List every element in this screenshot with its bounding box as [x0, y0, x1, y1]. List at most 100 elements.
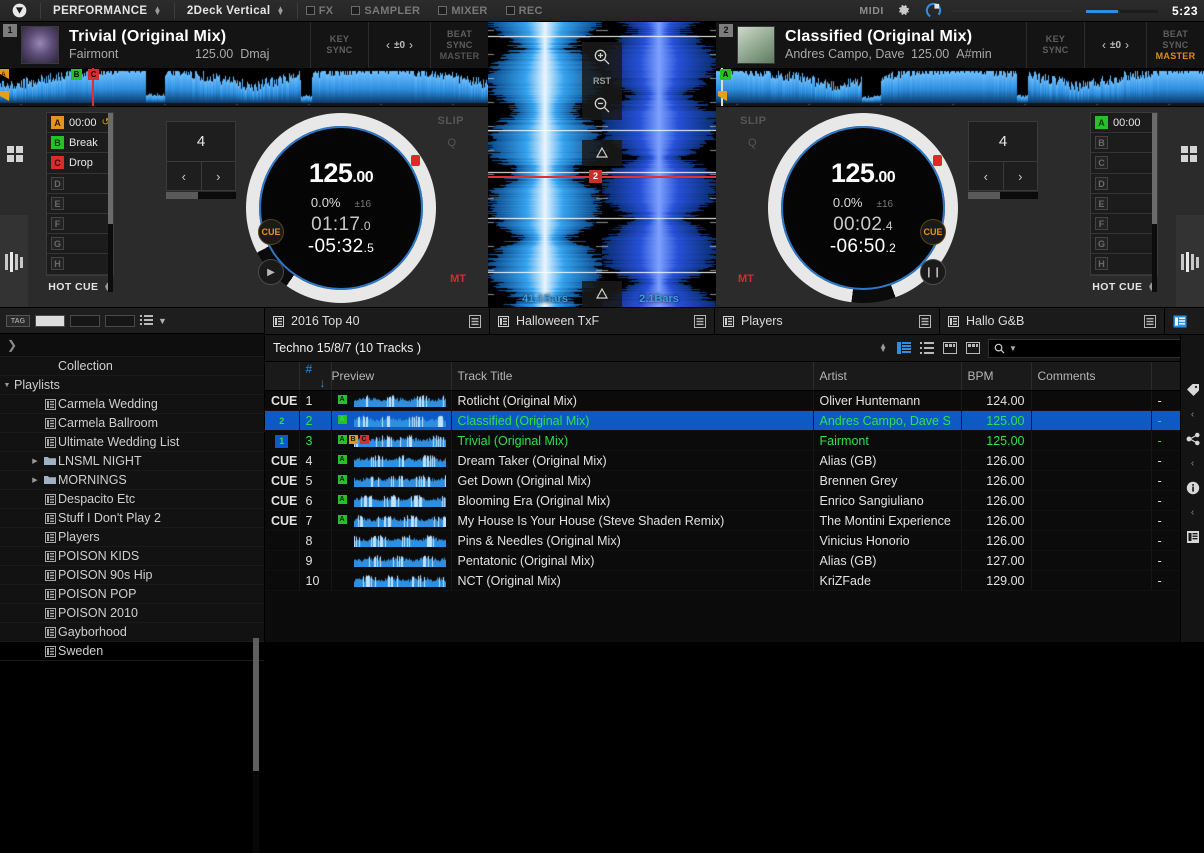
- tab-menu-icon[interactable]: [1144, 315, 1156, 328]
- sidebar-item-stuff-i-don-t-play-2[interactable]: Stuff I Don't Play 2: [0, 509, 264, 528]
- list-icon[interactable]: [140, 315, 153, 326]
- preview-waveform[interactable]: A: [332, 391, 451, 410]
- deck-1-beat-sync-button[interactable]: BEAT SYNC MASTER: [430, 22, 488, 68]
- twisty-icon[interactable]: ▶: [28, 476, 42, 484]
- cell-cue[interactable]: CUE: [265, 491, 299, 511]
- master-level-knob-icon[interactable]: [925, 2, 942, 19]
- tab-menu-icon[interactable]: [919, 315, 931, 328]
- table-row[interactable]: 13ABCTrivial (Original Mix)Fairmont125.0…: [265, 431, 1204, 451]
- deck-2-quantize-label[interactable]: Q: [748, 137, 757, 149]
- deck-1-key-shift[interactable]: ‹ ±0 ›: [368, 22, 430, 68]
- sidebar-item-poison-pop[interactable]: POISON POP: [0, 585, 264, 604]
- hot-cue-row-c[interactable]: C Drop: [47, 153, 113, 173]
- zoom-out-icon[interactable]: [593, 96, 611, 114]
- hot-cue-row-d[interactable]: D: [47, 174, 113, 194]
- deck-2-cue-button[interactable]: CUE: [920, 219, 946, 245]
- table-row[interactable]: 10NCT (Original Mix)KriZFade129.00-: [265, 571, 1204, 591]
- sidebar-item-carmela-wedding[interactable]: Carmela Wedding: [0, 395, 264, 414]
- deck-2-key-shift[interactable]: ‹ ±0 ›: [1084, 22, 1146, 68]
- cell-preview[interactable]: [331, 551, 451, 571]
- tag-icon[interactable]: [1186, 383, 1200, 397]
- hot-cue-row-e[interactable]: E: [47, 194, 113, 214]
- col-title[interactable]: Track Title: [451, 362, 813, 391]
- cell-cue[interactable]: 1: [265, 431, 299, 451]
- browser-tab-players[interactable]: Players: [715, 308, 940, 334]
- beat-jump-next-button[interactable]: ›: [201, 161, 237, 191]
- chevron-updown-icon[interactable]: ▲▼: [879, 344, 887, 352]
- checkbox-icon[interactable]: [506, 6, 515, 15]
- sidebar-item-mornings[interactable]: ▶MORNINGS: [0, 471, 264, 490]
- pad-mode-grid-icon[interactable]: [6, 145, 24, 163]
- sidebar-item-carmela-ballroom[interactable]: Carmela Ballroom: [0, 414, 264, 433]
- deck-2-beat-sync-button[interactable]: BEAT SYNC MASTER: [1146, 22, 1204, 68]
- hot-cue-row-d[interactable]: D: [1091, 174, 1157, 194]
- deck-1-eq-panel[interactable]: [0, 215, 28, 307]
- checkbox-icon[interactable]: [306, 6, 315, 15]
- col-comments[interactable]: Comments: [1031, 362, 1151, 391]
- table-row[interactable]: 9Pentatonic (Original Mix)Alias (GB)127.…: [265, 551, 1204, 571]
- cell-cue[interactable]: [265, 531, 299, 551]
- col-number[interactable]: # ↓: [299, 362, 331, 391]
- beat-jump-next-button[interactable]: ›: [1003, 161, 1039, 191]
- deck-1-quantize-label[interactable]: Q: [447, 137, 456, 149]
- checkbox-icon[interactable]: [351, 6, 360, 15]
- hot-cue-row-h[interactable]: H: [47, 254, 113, 274]
- deck-1-slip-label[interactable]: SLIP: [438, 115, 464, 127]
- color-swatch-white[interactable]: [35, 315, 65, 327]
- chevron-left-icon[interactable]: ‹: [386, 38, 390, 52]
- cell-preview[interactable]: A: [331, 411, 451, 431]
- preview-waveform[interactable]: A: [332, 411, 451, 430]
- beat-jump-prev-button[interactable]: ‹: [968, 161, 1003, 191]
- color-swatch-dark-1[interactable]: [70, 315, 100, 327]
- table-row[interactable]: CUE6ABlooming Era (Original Mix)Enrico S…: [265, 491, 1204, 511]
- mixer-toggle[interactable]: MIXER: [438, 5, 487, 17]
- browser-tab-hallo-g-b[interactable]: Hallo G&B: [940, 308, 1165, 334]
- browser-tab-halloween-txf[interactable]: Halloween TxF: [490, 308, 715, 334]
- deck-1-mt-label[interactable]: MT: [450, 273, 466, 285]
- hot-cue-row-g[interactable]: G: [1091, 234, 1157, 254]
- chevron-right-icon[interactable]: ›: [1125, 38, 1129, 52]
- hot-cue-row-e[interactable]: E: [1091, 194, 1157, 214]
- mode-selector[interactable]: PERFORMANCE ▲▼: [49, 5, 166, 17]
- chevron-left-icon[interactable]: ‹: [1102, 38, 1106, 52]
- cell-cue[interactable]: CUE: [265, 511, 299, 531]
- preview-waveform[interactable]: A: [332, 491, 451, 510]
- table-row[interactable]: 22AClassified (Original Mix)Andres Campo…: [265, 411, 1204, 431]
- hot-cue-row-g[interactable]: G: [47, 234, 113, 254]
- search-box[interactable]: ▼: [988, 339, 1194, 358]
- gear-icon[interactable]: [896, 3, 911, 18]
- cell-preview[interactable]: A: [331, 491, 451, 511]
- chevron-updown-icon[interactable]: ▲▼: [154, 7, 162, 15]
- preview-waveform[interactable]: A: [332, 511, 451, 530]
- deck-2-slip-label[interactable]: SLIP: [740, 115, 766, 127]
- sidebar-item-poison-90s-hip[interactable]: POISON 90s Hip: [0, 566, 264, 585]
- deck-2-eq-panel[interactable]: [1176, 215, 1204, 307]
- deck-1-play-button[interactable]: ▶: [258, 259, 284, 285]
- cell-cue[interactable]: CUE: [265, 391, 299, 411]
- beat-jump-prev-button[interactable]: ‹: [166, 161, 201, 191]
- expand-right-icon[interactable]: ❯: [7, 338, 17, 352]
- hot-cue-row-f[interactable]: F: [47, 214, 113, 234]
- info-icon[interactable]: [1186, 481, 1200, 495]
- collapse-left-icon[interactable]: ‹: [1191, 458, 1194, 469]
- waveform-zoom-reset-button[interactable]: RST: [593, 76, 611, 86]
- zoom-in-icon[interactable]: [593, 48, 611, 66]
- preview-waveform[interactable]: A: [332, 451, 451, 470]
- deck-2-key-sync-button[interactable]: KEY SYNC: [1026, 22, 1084, 68]
- midi-label[interactable]: MIDI: [859, 5, 884, 17]
- chevron-updown-icon[interactable]: ▲▼: [276, 7, 284, 15]
- deck-2-waveform-overview[interactable]: A: [716, 68, 1204, 106]
- deck-1-master-label[interactable]: MASTER: [440, 51, 480, 62]
- sidebar-item-collection[interactable]: Collection: [0, 357, 264, 376]
- hot-cue-row-a[interactable]: A 00:00 ↺: [47, 113, 113, 133]
- sidebar-expand-row[interactable]: ❯: [0, 334, 264, 357]
- hot-cue-scrollbar[interactable]: [108, 113, 113, 292]
- hot-cue-row-h[interactable]: H: [1091, 254, 1157, 274]
- sort-arrow-icon[interactable]: ↓: [320, 376, 326, 390]
- sidebar-item-playlists[interactable]: ▼Playlists: [0, 376, 264, 395]
- tab-menu-icon[interactable]: [469, 315, 481, 328]
- collapse-left-icon[interactable]: ‹: [1191, 409, 1194, 420]
- deck-1-cue-button[interactable]: CUE: [258, 219, 284, 245]
- table-row[interactable]: CUE5AGet Down (Original Mix)Brennen Grey…: [265, 471, 1204, 491]
- hot-cue-row-c[interactable]: C: [1091, 153, 1157, 173]
